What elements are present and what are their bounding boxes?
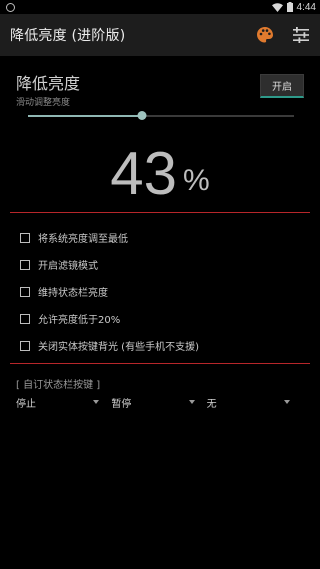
settings-sliders-icon [293,27,309,43]
enable-button[interactable]: 开启 [260,74,304,98]
checkbox[interactable] [20,286,30,297]
checkbox[interactable] [20,340,30,351]
status-bar: 4:44 [0,0,320,14]
dropdown-pause[interactable]: 暂停 [109,392,204,412]
slider-fill [28,115,143,117]
option-label: 关闭实体按键背光 (有些手机不支援) [38,342,199,353]
brightness-section: 降低亮度 滑动调整亮度 开启 [16,70,308,110]
dropdown-value: 无 [206,398,217,410]
settings-button[interactable] [290,24,312,46]
option-min-system-brightness[interactable]: 将系统亮度调至最低 [20,224,310,251]
option-label: 将系统亮度调至最低 [38,234,128,245]
option-label: 维持状态栏亮度 [38,288,108,299]
option-filter-mode[interactable]: 开启滤镜模式 [20,251,310,278]
divider-bottom [10,363,310,364]
brightness-slider[interactable] [28,111,294,121]
theme-button[interactable] [254,24,276,46]
dropdown-stop[interactable]: 停止 [16,392,109,412]
percent-sign: % [183,164,210,197]
app-bar: 降低亮度 (进阶版) [0,14,320,56]
percent-value: 43 [110,140,178,207]
option-disable-key-backlight[interactable]: 关闭实体按键背光 (有些手机不支援) [20,332,310,359]
battery-icon [286,2,293,12]
ring-icon [6,2,15,12]
dropdown-none[interactable]: 无 [205,392,300,412]
divider-top [10,212,310,213]
palette-icon [257,27,273,43]
caret-down-icon [93,400,100,404]
checkbox[interactable] [20,313,30,324]
app-title: 降低亮度 (进阶版) [10,28,126,44]
options-list: 将系统亮度调至最低 开启滤镜模式 维持状态栏亮度 允许亮度低于20% 关闭实体按… [20,224,310,359]
checkbox[interactable] [20,232,30,243]
caret-down-icon [283,400,290,404]
brightness-percent: 43 % [0,134,320,204]
option-label: 允许亮度低于20% [38,315,121,326]
option-label: 开启滤镜模式 [38,261,98,272]
option-keep-statusbar-brightness[interactable]: 维持状态栏亮度 [20,278,310,305]
checkbox[interactable] [20,259,30,270]
slider-thumb[interactable] [137,111,147,120]
wifi-icon [271,2,283,12]
dropdown-value: 暂停 [111,398,132,410]
custom-buttons-label: [ 自订状态栏按键 ] [16,380,101,391]
custom-buttons-dropdowns: 停止 暂停 无 [16,392,300,412]
status-time: 4:44 [296,1,316,13]
dropdown-value: 停止 [16,398,36,410]
caret-down-icon [188,400,195,404]
option-allow-below-20[interactable]: 允许亮度低于20% [20,305,310,332]
